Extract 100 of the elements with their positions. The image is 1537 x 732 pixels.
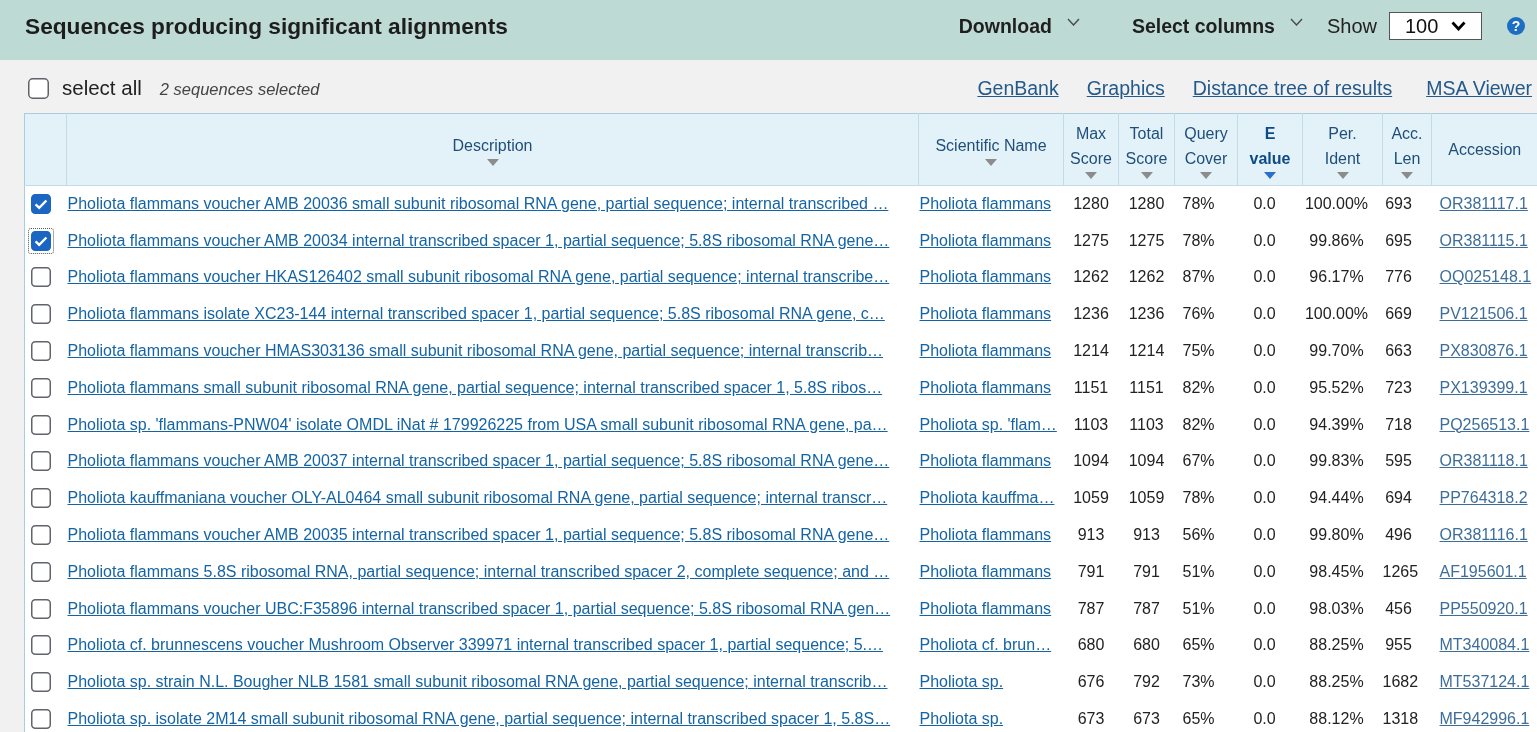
column-header[interactable]: Max Score [1063, 113, 1119, 186]
description-link[interactable]: Pholiota flammans small subunit ribosomal RNA gene, partial sequence; internal transcribed spacer 1, 5.8S ribos… [67, 378, 883, 396]
scientific-name-link[interactable]: Pholiota flammans [919, 562, 1052, 580]
accession-link[interactable]: AF195601.1 [1439, 562, 1527, 580]
description-link[interactable]: Pholiota sp. strain N.L. Bougher NLB 1581 small subunit ribosomal RNA gene, partial sequence; internal transcrib… [67, 673, 888, 691]
description-link[interactable]: Pholiota cf. brunnescens voucher Mushroom Observer 339971 internal transcribed spacer 1, partial sequence; 5.… [67, 636, 884, 654]
e-value: 0.0 [1253, 342, 1276, 360]
percent-identity: 98.03% [1309, 599, 1364, 617]
scientific-name-link[interactable]: Pholiota flammans [919, 231, 1052, 249]
select-all-checkbox[interactable] [28, 77, 49, 99]
query-cover: 65% [1182, 636, 1215, 654]
row-checkbox[interactable] [31, 194, 51, 215]
scientific-name-link[interactable]: Pholiota flammans [919, 378, 1052, 396]
accession-link[interactable]: OR381117.1 [1439, 195, 1528, 213]
description-link[interactable]: Pholiota flammans voucher HKAS126402 small subunit ribosomal RNA gene, partial sequence; internal transcribe… [67, 268, 890, 286]
description-link[interactable]: Pholiota flammans voucher AMB 20035 internal transcribed spacer 1, partial sequence; 5.8S ribosomal RNA gene… [67, 526, 890, 544]
description-link[interactable]: Pholiota sp. 'flammans-PNW04' isolate OMDL iNat # 179926225 from USA small subunit ribosomal RNA gene, pa… [67, 415, 888, 433]
query-cover: 67% [1182, 452, 1215, 470]
query-cover: 78% [1182, 195, 1215, 213]
accession-link[interactable]: MF942996.1 [1439, 710, 1530, 728]
row-checkbox[interactable] [31, 598, 51, 619]
show-label: Show [1326, 14, 1377, 38]
column-header[interactable]: Scientific Name [918, 113, 1064, 186]
accession-link[interactable]: MT537124.1 [1439, 673, 1530, 691]
total-score: 913 [1133, 526, 1160, 544]
toolbar-link[interactable]: MSA Viewer [1426, 76, 1532, 100]
percent-identity: 100.00% [1304, 195, 1369, 213]
row-checkbox[interactable] [31, 377, 51, 398]
description-link[interactable]: Pholiota flammans voucher UBC:F35896 internal transcribed spacer 1, partial sequence; 5.8S ribosomal RNA gen… [67, 599, 891, 617]
scientific-name-link[interactable]: Pholiota kauffma… [919, 489, 1055, 507]
accession-link[interactable]: MT340084.1 [1439, 636, 1530, 654]
description-link[interactable]: Pholiota flammans voucher HMAS303136 small subunit ribosomal RNA gene, partial sequence; internal transcrib… [67, 342, 884, 360]
percent-identity: 88.25% [1309, 636, 1364, 654]
description-link[interactable]: Pholiota flammans voucher AMB 20036 small subunit ribosomal RNA gene, partial sequence; internal transcribed … [67, 195, 889, 213]
accession-length: 1682 [1382, 673, 1419, 691]
scientific-name-link[interactable]: Pholiota sp. [919, 673, 1004, 691]
e-value: 0.0 [1253, 305, 1276, 323]
scientific-name-link[interactable]: Pholiota flammans [919, 599, 1052, 617]
show-count-select[interactable]: 100 [1389, 12, 1482, 40]
column-header[interactable]: Description [66, 113, 919, 186]
accession-link[interactable]: PQ256513.1 [1439, 415, 1530, 433]
scientific-name-link[interactable]: Pholiota flammans [919, 452, 1052, 470]
accession-link[interactable]: PX139399.1 [1439, 378, 1528, 396]
scientific-name-link[interactable]: Pholiota flammans [919, 268, 1052, 286]
accession-link[interactable]: PV121506.1 [1439, 305, 1528, 323]
scientific-name-link[interactable]: Pholiota flammans [919, 305, 1052, 323]
column-header[interactable]: Total Score [1118, 113, 1175, 186]
sort-caret-icon [1140, 171, 1153, 179]
max-score: 1103 [1073, 415, 1109, 433]
toolbar-link[interactable]: Distance tree of results [1192, 76, 1393, 100]
total-score: 1103 [1129, 415, 1164, 433]
row-checkbox[interactable] [31, 414, 51, 435]
help-button[interactable]: ? [1507, 17, 1525, 35]
row-checkbox[interactable] [31, 451, 51, 472]
column-header[interactable]: Accession [1431, 113, 1537, 186]
e-value: 0.0 [1253, 452, 1276, 470]
scientific-name-link[interactable]: Pholiota flammans [919, 195, 1052, 213]
row-checkbox[interactable] [28, 227, 54, 254]
scientific-name-link[interactable]: Pholiota sp. 'flam… [919, 415, 1057, 433]
accession-link[interactable]: PP550920.1 [1439, 599, 1528, 617]
scientific-name-link[interactable]: Pholiota sp. [919, 710, 1004, 728]
query-cover: 82% [1182, 378, 1215, 396]
row-checkbox[interactable] [31, 488, 51, 509]
row-checkbox[interactable] [31, 525, 51, 546]
column-header[interactable]: Acc. Len [1382, 113, 1432, 186]
row-checkbox[interactable] [31, 635, 51, 656]
column-header[interactable]: E value [1237, 113, 1303, 186]
column-header[interactable]: Per. Ident [1302, 113, 1383, 186]
column-header[interactable]: Query Cover [1174, 113, 1238, 186]
select-all-label[interactable]: select all [62, 76, 142, 100]
dropdown-menu-button[interactable]: Download [958, 14, 1080, 38]
accession-link[interactable]: OR381116.1 [1439, 526, 1528, 544]
accession-link[interactable]: PX830876.1 [1439, 342, 1528, 360]
accession-link[interactable]: OR381115.1 [1439, 231, 1528, 249]
row-checkbox[interactable] [31, 267, 51, 288]
row-checkbox[interactable] [31, 341, 51, 362]
accession-link[interactable]: OR381118.1 [1439, 452, 1528, 470]
row-checkbox[interactable] [31, 561, 51, 582]
toolbar-link[interactable]: Graphics [1086, 76, 1165, 100]
description-link[interactable]: Pholiota kauffmaniana voucher OLY-AL0464 small subunit ribosomal RNA gene, partial sequence; internal transcr… [67, 489, 888, 507]
dropdown-menu-button[interactable]: Select columns [1131, 14, 1303, 38]
e-value: 0.0 [1253, 562, 1276, 580]
description-link[interactable]: Pholiota flammans voucher AMB 20034 internal transcribed spacer 1, partial sequence; 5.8S ribosomal RNA gene… [67, 231, 890, 249]
query-cover: 51% [1182, 599, 1215, 617]
toolbar-link[interactable]: GenBank [977, 76, 1059, 100]
description-link[interactable]: Pholiota flammans isolate XC23-144 internal transcribed spacer 1, partial sequence; 5.8S ribosomal RNA gene, c… [67, 305, 885, 323]
row-checkbox[interactable] [31, 304, 51, 325]
description-link[interactable]: Pholiota flammans voucher AMB 20037 internal transcribed spacer 1, partial sequence; 5.8S ribosomal RNA gene… [67, 452, 890, 470]
description-link[interactable]: Pholiota sp. isolate 2M14 small subunit ribosomal RNA gene, partial sequence; internal transcribed spacer 1, 5.8S… [67, 710, 891, 728]
scientific-name-link[interactable]: Pholiota flammans [919, 342, 1052, 360]
accession-link[interactable]: OQ025148.1 [1439, 268, 1532, 286]
scientific-name-link[interactable]: Pholiota flammans [919, 526, 1052, 544]
description-link[interactable]: Pholiota flammans 5.8S ribosomal RNA, partial sequence; internal transcribed spacer 2, complete sequence; and … [67, 562, 890, 580]
e-value: 0.0 [1253, 636, 1276, 654]
row-checkbox[interactable] [31, 709, 51, 730]
max-score: 1262 [1073, 268, 1109, 286]
row-checkbox[interactable] [31, 672, 51, 693]
query-cover: 56% [1182, 526, 1215, 544]
accession-link[interactable]: PP764318.2 [1439, 489, 1528, 507]
scientific-name-link[interactable]: Pholiota cf. brun… [919, 636, 1052, 654]
